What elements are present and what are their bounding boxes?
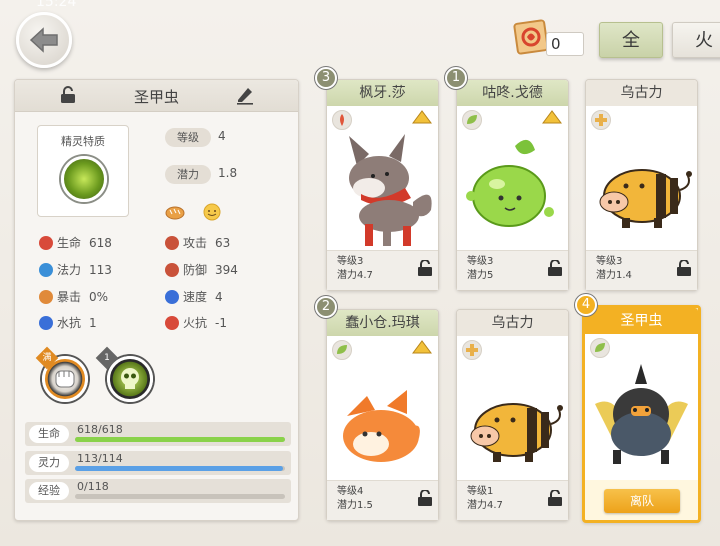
pet-level: 等级1 (467, 486, 494, 497)
attack-icon (165, 235, 179, 250)
spirit-bar-label: 灵力 (29, 454, 69, 472)
back-button[interactable] (16, 12, 72, 68)
trait-card[interactable]: 精灵特质 (37, 125, 129, 217)
hp-bar: 生命 618/618 (25, 422, 291, 446)
pet-card[interactable]: 枫牙.莎 等级3 潜力4.7 (326, 79, 439, 291)
pet-card[interactable]: 乌古力 等级3 潜力1.4 (585, 79, 698, 291)
pet-level: 等级3 (596, 256, 623, 267)
potential-tag: 潜力 (165, 165, 211, 184)
pet-card-selected[interactable]: 圣甲虫 离队 (582, 305, 701, 523)
mana-icon (39, 262, 53, 277)
pig-pet-image (599, 169, 692, 228)
pet-card[interactable]: 蠢小仓.玛琪 等级4 潜力1.5 (326, 309, 439, 521)
stat-hp: 生命 618 (39, 234, 112, 251)
bread-icon (165, 206, 185, 220)
exp-bar-text: 0/118 (77, 480, 109, 493)
hp-bar-text: 618/618 (77, 423, 123, 436)
back-arrow-icon (29, 27, 58, 53)
pet-level: 等级4 (337, 486, 364, 497)
beetle-pet-image (595, 364, 688, 464)
unlock-icon[interactable] (418, 259, 432, 279)
stat-water-resist: 水抗 1 (39, 314, 97, 331)
unlock-icon[interactable] (677, 259, 691, 279)
defense-icon (165, 262, 179, 277)
stat-fire-resist: 火抗 -1 (165, 314, 227, 331)
hp-icon (39, 235, 53, 250)
pet-potential: 潜力1.4 (596, 270, 632, 281)
potential-value: 1.8 (218, 166, 238, 180)
pet-card[interactable]: 乌古力 等级1 潜力4.7 (456, 309, 569, 521)
edit-name-icon[interactable] (235, 85, 255, 108)
spirit-header: 圣甲虫 (15, 80, 298, 112)
spirit-bar-text: 113/114 (77, 452, 123, 465)
pet-name: 乌古力 (457, 310, 568, 336)
team-slot-badge: 1 (445, 67, 467, 89)
level-value: 4 (218, 129, 226, 143)
smile-icon (203, 203, 221, 221)
pet-potential: 潜力4.7 (337, 270, 373, 281)
pet-level: 等级3 (467, 256, 494, 267)
pet-name: 蠢小仓.玛琪 (327, 310, 438, 336)
hp-bar-fill (75, 437, 285, 442)
pet-name: 咕咚.戈德 (457, 80, 568, 106)
leave-team-button[interactable]: 离队 (604, 489, 680, 513)
skill-1-badge: 满 (35, 346, 59, 370)
stat-attack: 攻击 63 (165, 234, 230, 251)
stat-mana: 法力 113 (39, 261, 112, 278)
water-resist-icon (39, 315, 53, 330)
pig-pet-image (470, 403, 563, 462)
filter-fire-button[interactable]: 火 (672, 22, 720, 58)
pet-name: 乌古力 (586, 80, 697, 106)
trait-orb-icon (61, 156, 107, 202)
spirit-bar-fill (75, 466, 283, 471)
pet-potential: 潜力5 (467, 270, 494, 281)
exp-bar-label: 经验 (29, 482, 69, 500)
team-slot-badge: 2 (315, 296, 337, 318)
skill-2-badge: 1 (95, 346, 119, 370)
pet-card[interactable]: 咕咚.戈德 等级3 潜力5 (456, 79, 569, 291)
wolf-pet-image (349, 134, 432, 246)
pet-potential: 潜力1.5 (337, 500, 373, 511)
scroll-count: 0 (546, 32, 584, 56)
crit-icon (39, 289, 53, 304)
pet-potential: 潜力4.7 (467, 500, 503, 511)
hp-bar-label: 生命 (29, 425, 69, 443)
spirit-name: 圣甲虫 (133, 88, 179, 106)
skull-skill-icon (121, 368, 139, 389)
stat-speed: 速度 4 (165, 288, 223, 305)
exp-bar: 经验 0/118 (25, 479, 291, 503)
status-time: 15:24 (36, 0, 77, 10)
fox-pet-image (343, 390, 420, 462)
slime-pet-image (466, 139, 554, 227)
stat-defense: 防御 394 (165, 261, 238, 278)
spirit-detail-panel: 圣甲虫 精灵特质 等级 4 潜力 1.8 生命 618 攻击 63 法力 113 防御… (14, 79, 299, 521)
level-tag: 等级 (165, 128, 211, 147)
speed-icon (165, 289, 179, 304)
pet-name: 圣甲虫 (585, 308, 698, 334)
pet-name: 枫牙.莎 (327, 80, 438, 106)
fire-resist-icon (165, 315, 179, 330)
unlock-icon[interactable] (548, 489, 562, 509)
team-slot-badge: 3 (315, 67, 337, 89)
filter-all-button[interactable]: 全 (599, 22, 663, 58)
team-slot-badge: 4 (575, 294, 597, 316)
unlock-icon[interactable] (548, 259, 562, 279)
stat-crit: 暴击 0% (39, 288, 108, 305)
trait-label: 精灵特质 (61, 135, 105, 148)
spirit-power-bar: 灵力 113/114 (25, 451, 291, 475)
unlock-icon[interactable] (418, 489, 432, 509)
pet-level: 等级3 (337, 256, 364, 267)
